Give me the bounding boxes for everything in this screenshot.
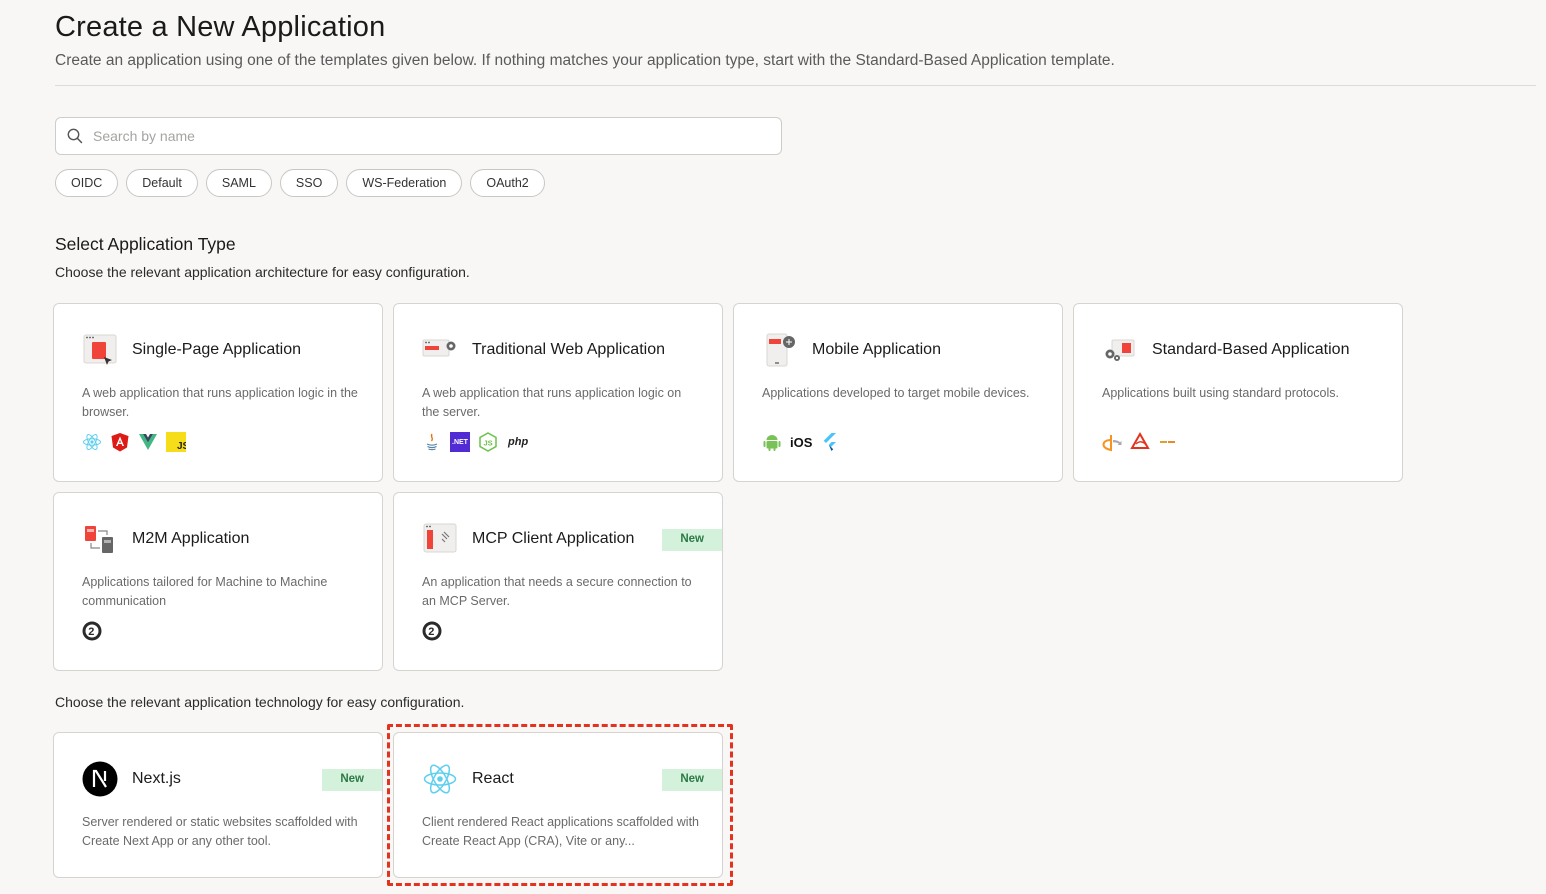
card-description: Applications built using standard protoc… (1102, 386, 1339, 400)
card-title: M2M Application (132, 530, 250, 547)
filter-chips: OIDC Default SAML SSO WS-Federation OAut… (55, 169, 545, 197)
app-type-section-description: Choose the relevant application architec… (55, 264, 470, 280)
card-title: Traditional Web Application (472, 341, 665, 358)
card-standard-based-application[interactable]: Standard-Based Application Applications … (1073, 303, 1403, 482)
angular-logo-icon (111, 433, 129, 452)
card-title: Standard-Based Application (1152, 341, 1350, 358)
php-logo-icon: php (508, 436, 529, 448)
standard-based-icon (1102, 332, 1138, 368)
mobile-app-icon (762, 332, 798, 368)
react-logo-icon (83, 433, 101, 451)
page-title: Create a New Application (55, 11, 386, 43)
filter-chip-oauth2[interactable]: OAuth2 (470, 169, 545, 197)
card-single-page-application[interactable]: Single-Page Application A web applicatio… (53, 303, 383, 482)
search-box[interactable] (55, 117, 782, 155)
header-divider (55, 85, 1536, 86)
traditional-web-icon (422, 332, 458, 368)
new-badge: New (662, 769, 722, 791)
technology-section-description: Choose the relevant application technolo… (55, 694, 465, 710)
new-badge: New (322, 769, 382, 791)
svg-text:JS: JS (177, 441, 186, 452)
svg-text:JS: JS (484, 439, 493, 448)
wsfed-logo-icon (1159, 439, 1177, 445)
app-type-section-title: Select Application Type (55, 234, 236, 254)
search-input[interactable] (93, 128, 781, 144)
javascript-logo-icon: JS (166, 432, 186, 452)
filter-chip-sso[interactable]: SSO (279, 169, 339, 197)
filter-chip-oidc[interactable]: OIDC (55, 169, 119, 197)
filter-chip-ws-federation[interactable]: WS-Federation (346, 169, 463, 197)
nodejs-logo-icon: JS (479, 432, 497, 452)
card-description: An application that needs a secure conne… (422, 575, 692, 608)
svg-text:2: 2 (428, 626, 434, 638)
card-title: MCP Client Application (472, 530, 635, 547)
card-title: Mobile Application (812, 341, 941, 358)
spa-icon (82, 332, 118, 368)
card-description: Client rendered React applications scaff… (422, 815, 700, 848)
filter-chip-saml[interactable]: SAML (205, 169, 272, 197)
react-icon (422, 761, 458, 797)
nextjs-icon (82, 761, 118, 797)
card-description: A web application that runs application … (82, 386, 358, 419)
card-traditional-web-application[interactable]: Traditional Web Application A web applic… (393, 303, 723, 482)
svg-text:2: 2 (88, 626, 94, 638)
card-description: A web application that runs application … (422, 386, 682, 419)
filter-chip-default[interactable]: Default (126, 169, 198, 197)
oauth2-logo-icon: 2 (82, 621, 102, 641)
card-title: Single-Page Application (132, 341, 302, 358)
android-logo-icon (763, 435, 781, 451)
card-mcp-client-application[interactable]: New MCP Client Application An applicatio… (393, 492, 723, 671)
mcp-client-icon (422, 521, 458, 557)
card-title: Next.js (132, 770, 181, 787)
card-m2m-application[interactable]: M2M Application Applications tailored fo… (53, 492, 383, 671)
search-icon (67, 128, 83, 144)
card-title: React (472, 770, 514, 787)
flutter-logo-icon (824, 433, 837, 451)
card-description: Applications tailored for Machine to Mac… (82, 575, 328, 608)
dotnet-logo-icon: .NET (450, 432, 470, 452)
new-badge: New (662, 529, 722, 551)
ios-logo-icon: iOS (790, 434, 813, 450)
card-nextjs[interactable]: New Next.js Server rendered or static we… (53, 732, 383, 878)
m2m-icon (82, 521, 118, 557)
openid-logo-icon (1102, 435, 1122, 452)
page-subtitle: Create an application using one of the t… (55, 52, 1115, 69)
card-description: Server rendered or static websites scaff… (82, 815, 358, 848)
saml-logo-icon (1130, 432, 1150, 449)
oauth2-logo-icon: 2 (422, 621, 442, 641)
card-react[interactable]: New React Client rendered React applicat… (393, 732, 723, 878)
card-description: Applications developed to target mobile … (762, 386, 1030, 400)
card-mobile-application[interactable]: Mobile Application Applications develope… (733, 303, 1063, 482)
vue-logo-icon (139, 434, 157, 450)
java-logo-icon (426, 433, 438, 451)
